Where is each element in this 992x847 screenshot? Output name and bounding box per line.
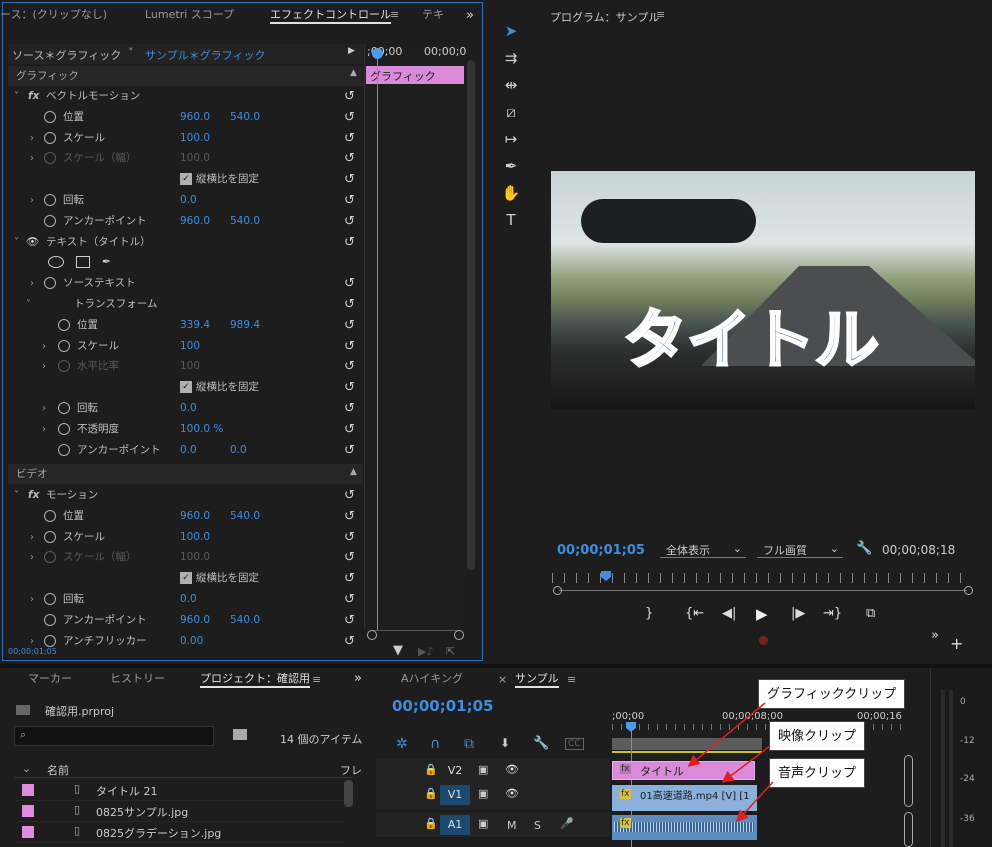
meter-label: -36	[960, 814, 975, 824]
arrow-video	[721, 745, 771, 783]
callout-arrows	[687, 702, 774, 823]
arrow-graphic	[687, 702, 766, 767]
meter-label: -12	[960, 736, 975, 746]
meter-bar-r	[949, 690, 953, 847]
meter-bar-l	[941, 690, 945, 847]
arrow-audio	[735, 781, 774, 823]
meter-label: -24	[960, 774, 975, 784]
meter-label: 0	[960, 697, 966, 707]
